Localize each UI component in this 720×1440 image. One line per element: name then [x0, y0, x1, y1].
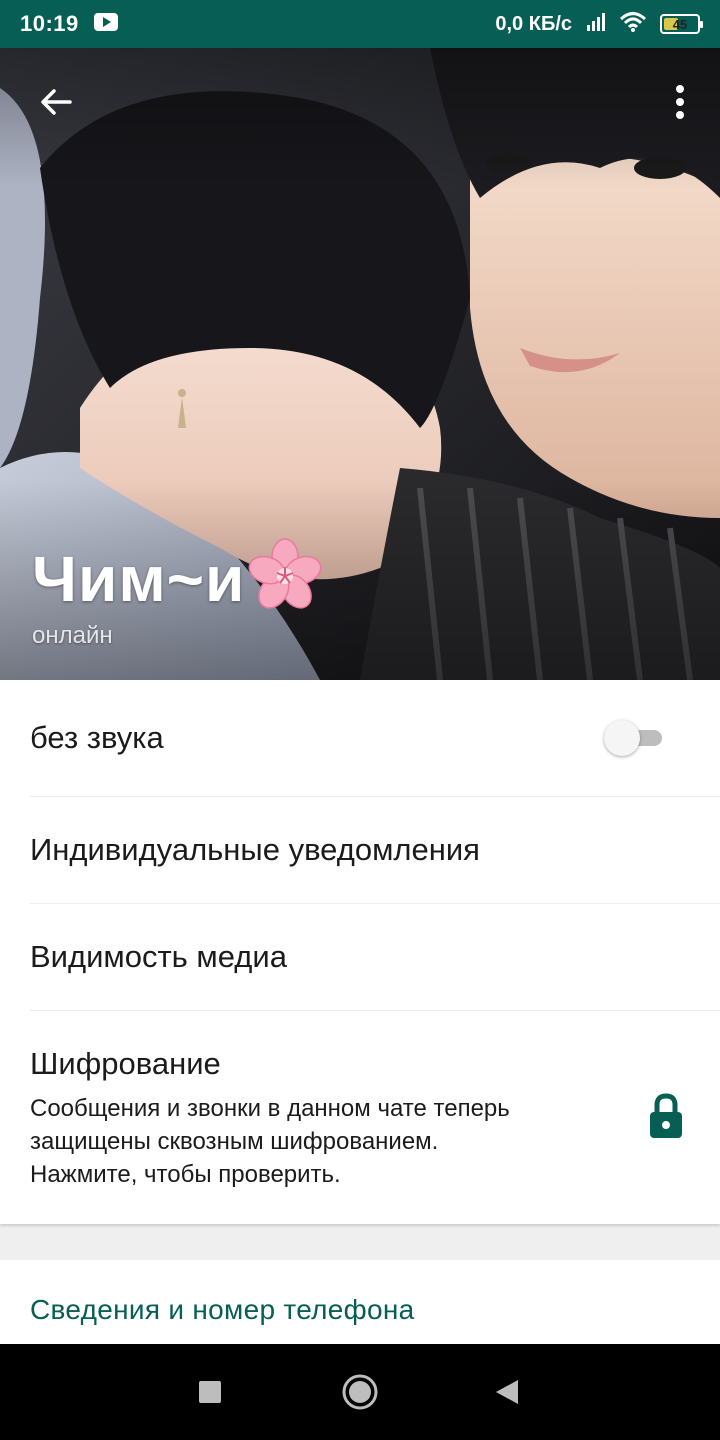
mute-row[interactable]: без звука	[30, 680, 720, 796]
lock-icon	[648, 1093, 684, 1139]
info-section-title: Сведения и номер телефона	[30, 1294, 415, 1325]
system-nav-bar	[0, 1344, 720, 1440]
custom-notifications-label: Индивидуальные уведомления	[30, 832, 480, 867]
encryption-line-1: Сообщения и звонки в данном чате теперь	[30, 1095, 510, 1122]
contact-name: Чим~и	[32, 538, 323, 619]
back-button[interactable]	[28, 76, 84, 132]
more-vert-icon	[674, 84, 686, 125]
back-nav-button[interactable]	[488, 1372, 528, 1412]
profile-header: Чим~и онлайн	[0, 48, 720, 680]
encryption-line-2: защищены сквозным шифрованием.	[30, 1128, 439, 1155]
home-button[interactable]	[340, 1372, 380, 1412]
status-time: 10:19	[20, 11, 79, 36]
custom-notifications-row[interactable]: Индивидуальные уведомления	[30, 797, 720, 903]
media-visibility-label: Видимость медиа	[30, 939, 287, 974]
contact-name-text: Чим~и	[32, 542, 246, 615]
encryption-description: Сообщения и звонки в данном чате теперь …	[30, 1092, 610, 1191]
encryption-line-3: Нажмите, чтобы проверить.	[30, 1161, 341, 1188]
youtube-icon	[93, 12, 119, 37]
sakura-flower-icon	[247, 538, 323, 619]
more-options-button[interactable]	[660, 76, 700, 132]
battery-icon: 45	[660, 14, 703, 34]
battery-level: 45	[672, 16, 688, 32]
mute-toggle[interactable]	[604, 718, 668, 758]
back-arrow-icon	[38, 84, 74, 125]
recent-apps-button[interactable]	[190, 1372, 230, 1412]
mute-label: без звука	[30, 720, 164, 755]
signal-icon	[586, 12, 606, 37]
status-bar: 10:19 0,0 КБ/с 45	[0, 0, 720, 48]
contact-status: онлайн	[32, 622, 113, 649]
toggle-thumb	[604, 720, 640, 756]
header-top-shade	[0, 48, 720, 188]
network-speed: 0,0 КБ/с	[495, 12, 572, 35]
encryption-title: Шифрование	[30, 1046, 221, 1081]
media-visibility-row[interactable]: Видимость медиа	[30, 904, 720, 1010]
wifi-icon	[619, 11, 647, 38]
